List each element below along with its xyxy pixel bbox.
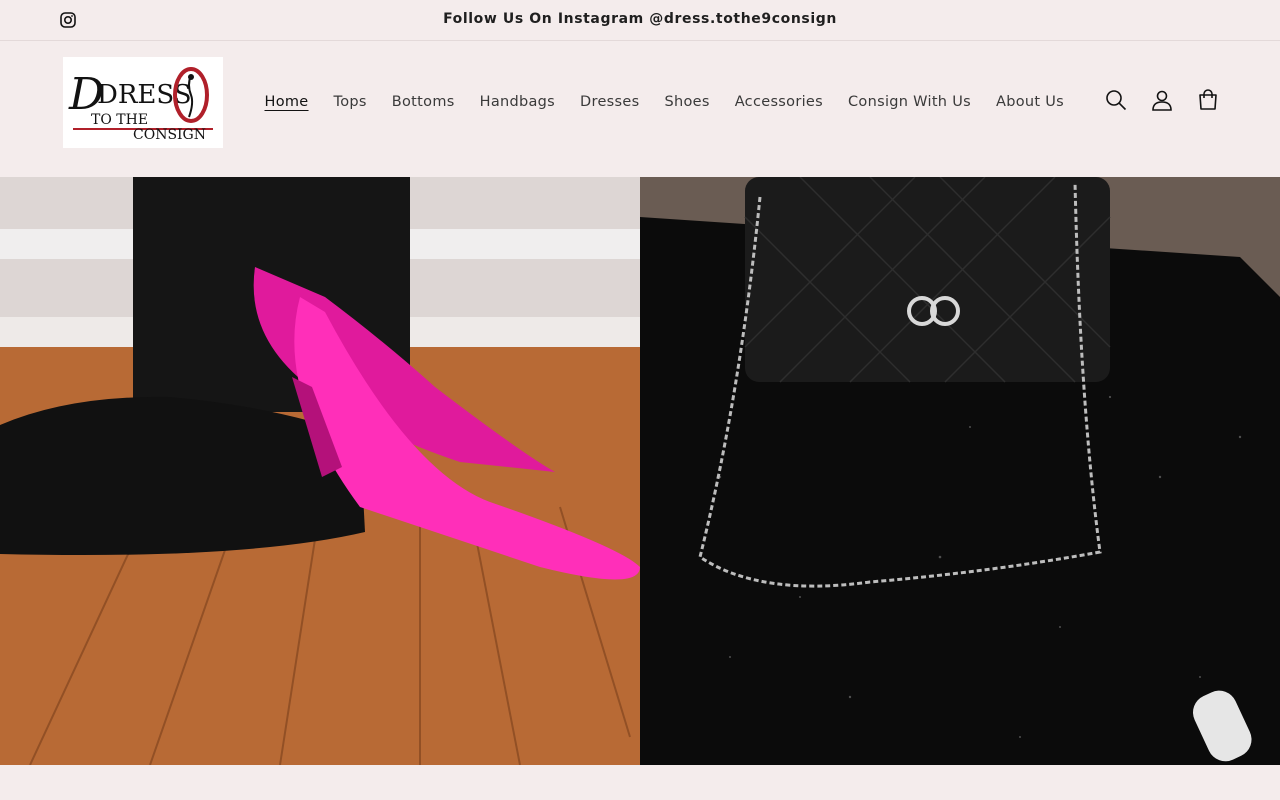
nav-item-dresses[interactable]: Dresses (568, 94, 652, 110)
site-logo[interactable]: D DRESS TO THE CONSIGN (63, 57, 223, 148)
logo-word-consign: CONSIGN (133, 127, 206, 143)
nav-item-accessories[interactable]: Accessories (722, 94, 835, 110)
account-icon[interactable] (1149, 87, 1174, 112)
cart-icon[interactable] (1195, 87, 1220, 112)
site-header: D DRESS TO THE CONSIGN Home Tops Bottoms… (0, 41, 1280, 177)
nav-item-tops[interactable]: Tops (321, 94, 379, 110)
announcement-text: Follow Us On Instagram @dress.tothe9cons… (443, 11, 837, 27)
logo-word-to-the: TO THE (91, 112, 148, 128)
hero-banner (0, 177, 1280, 765)
search-icon[interactable] (1103, 87, 1128, 112)
black-quilted-handbag-photo[interactable] (640, 177, 1280, 765)
announcement-bar: Follow Us On Instagram @dress.tothe9cons… (0, 0, 1280, 41)
nav-item-shoes[interactable]: Shoes (652, 94, 722, 110)
header-icons (1103, 87, 1220, 112)
pink-pumps-photo[interactable] (0, 177, 640, 765)
nav-item-about-us[interactable]: About Us (983, 94, 1076, 110)
nav-item-bottoms[interactable]: Bottoms (379, 94, 467, 110)
nav-item-handbags[interactable]: Handbags (467, 94, 567, 110)
nav-item-consign-with-us[interactable]: Consign With Us (836, 94, 984, 110)
nav-item-home[interactable]: Home (252, 94, 321, 110)
main-nav: Home Tops Bottoms Handbags Dresses Shoes… (252, 41, 1077, 163)
